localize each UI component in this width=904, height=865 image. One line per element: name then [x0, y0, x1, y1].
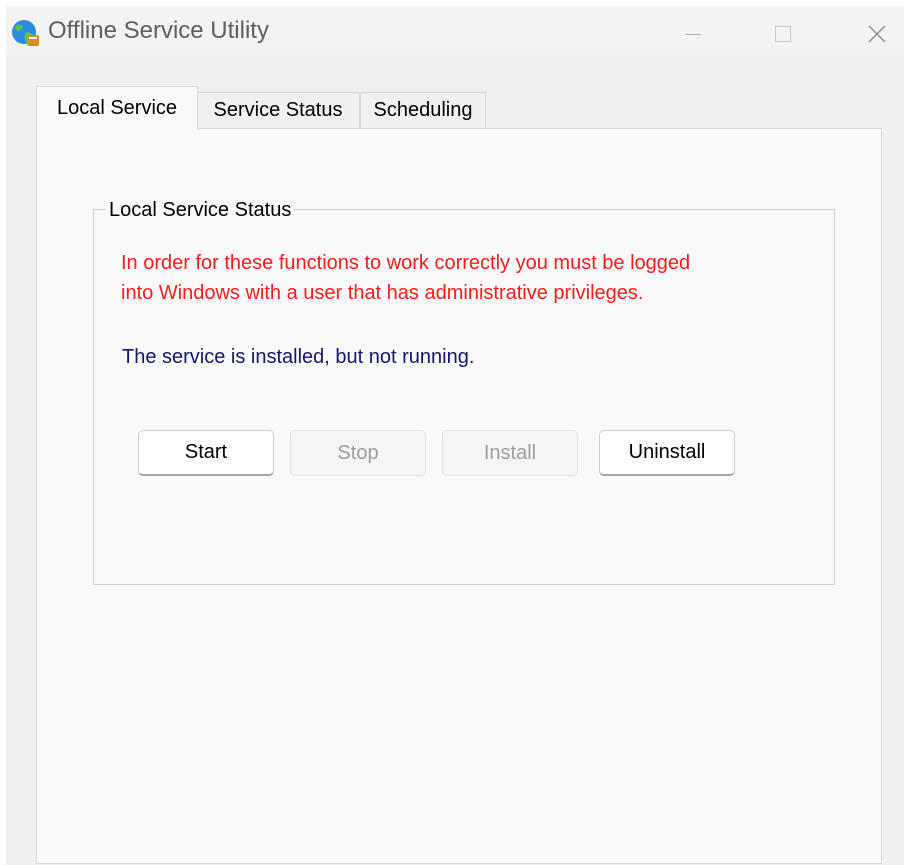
close-icon — [868, 25, 886, 43]
warning-line: into Windows with a user that has admini… — [121, 282, 644, 304]
tab-label: Service Status — [213, 99, 343, 121]
tab-label: Local Service — [56, 97, 178, 119]
stop-button[interactable]: Stop — [290, 430, 426, 476]
group-title: Local Service Status — [106, 199, 295, 222]
tab-local-service[interactable]: Local Service — [36, 86, 198, 130]
install-button[interactable]: Install — [442, 430, 578, 476]
app-window: Offline Service Utility Local Service Se… — [6, 6, 904, 865]
admin-warning-text: In order for these functions to work cor… — [121, 248, 781, 308]
tab-service-status[interactable]: Service Status — [196, 92, 360, 128]
minimize-icon — [685, 33, 701, 35]
uninstall-button[interactable]: Uninstall — [599, 430, 735, 476]
minimize-button[interactable] — [670, 14, 716, 54]
maximize-icon — [775, 26, 791, 42]
tab-label: Scheduling — [373, 99, 473, 121]
window-title: Offline Service Utility — [48, 17, 269, 44]
start-button[interactable]: Start — [138, 430, 274, 476]
warning-line: In order for these functions to work cor… — [121, 252, 691, 274]
close-button[interactable] — [854, 14, 900, 54]
service-status-text: The service is installed, but not runnin… — [122, 346, 475, 368]
title-bar[interactable]: Offline Service Utility — [6, 6, 904, 54]
globe-app-icon — [12, 20, 39, 46]
maximize-button[interactable] — [760, 14, 806, 54]
local-service-panel: Local Service Status In order for these … — [36, 128, 882, 864]
local-service-status-group: Local Service Status In order for these … — [93, 199, 835, 585]
tab-scheduling[interactable]: Scheduling — [360, 92, 486, 128]
